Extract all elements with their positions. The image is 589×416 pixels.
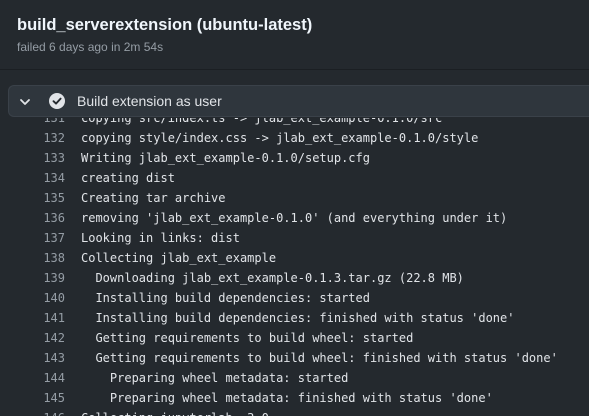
log-line: 144 Preparing wheel metadata: started [0, 368, 589, 388]
log-line: 143 Getting requirements to build wheel:… [0, 348, 589, 368]
log-line: 135 Creating tar archive [0, 188, 589, 208]
log-line-text: Getting requirements to build wheel: sta… [81, 331, 414, 345]
step-title: Build extension as user [77, 93, 222, 109]
log-line: 137 Looking in links: dist [0, 228, 589, 248]
log-line: 136 removing 'jlab_ext_example-0.1.0' (an… [0, 208, 589, 228]
log-line: 132 copying style/index.css -> jlab_ext_e… [0, 128, 589, 148]
log-line: 141 Installing build dependencies: finis… [0, 308, 589, 328]
check-circle-icon [49, 93, 65, 109]
log-line-number[interactable]: 136 [0, 208, 65, 228]
log-line-text: Looking in links: dist [81, 231, 240, 245]
step-header-build-extension[interactable]: Build extension as user [8, 85, 589, 117]
log-line: 133 Writing jlab_ext_example-0.1.0/setup.… [0, 148, 589, 168]
log-line-number[interactable]: 132 [0, 128, 65, 148]
log-line: 145 Preparing wheel metadata: finished w… [0, 388, 589, 408]
chevron-down-icon[interactable] [19, 95, 31, 107]
job-log-panel: build_serverextension (ubuntu-latest) fa… [0, 0, 589, 416]
log-line-text: Collecting jlab_ext_example [81, 251, 277, 265]
log-line: 134 creating dist [0, 168, 589, 188]
log-line-number[interactable]: 145 [0, 388, 65, 408]
job-status-meta: failed 6 days ago in 2m 54s [17, 40, 164, 54]
log-line-number[interactable]: 143 [0, 348, 65, 368]
log-line: 142 Getting requirements to build wheel:… [0, 328, 589, 348]
job-header: build_serverextension (ubuntu-latest) fa… [17, 13, 589, 55]
log-lines: 131 copying src/index.ts -> jlab_ext_exam… [0, 118, 589, 416]
log-line: 140 Installing build dependencies: start… [0, 288, 589, 308]
log-line-number[interactable]: 141 [0, 308, 65, 328]
log-line-text: copying style/index.css -> jlab_ext_exam… [81, 131, 479, 145]
log-line: 138 Collecting jlab_ext_example [0, 248, 589, 268]
log-line-number[interactable]: 131 [0, 118, 65, 128]
log-line: 131 copying src/index.ts -> jlab_ext_exam… [0, 118, 589, 128]
log-line-text: Installing build dependencies: started [81, 291, 370, 305]
log-line-number[interactable]: 134 [0, 168, 65, 188]
log-line-number[interactable]: 137 [0, 228, 65, 248]
log-line-number[interactable]: 146 [0, 408, 65, 416]
log-line-text: creating dist [81, 171, 175, 185]
log-line-text: Installing build dependencies: finished … [81, 311, 515, 325]
log-line-number[interactable]: 139 [0, 268, 65, 288]
log-line-text: Getting requirements to build wheel: fin… [81, 351, 558, 365]
log-line-number[interactable]: 140 [0, 288, 65, 308]
log-line-number[interactable]: 138 [0, 248, 65, 268]
header-divider [0, 69, 589, 70]
log-line-text: Downloading jlab_ext_example-0.1.3.tar.g… [81, 271, 464, 285]
log-line: 146Collecting jupyterlab~=3.0 [0, 408, 589, 416]
log-line-number[interactable]: 133 [0, 148, 65, 168]
log-line-number[interactable]: 135 [0, 188, 65, 208]
log-line-text: Writing jlab_ext_example-0.1.0/setup.cfg [81, 151, 370, 165]
log-line-text: Collecting jupyterlab~=3.0 [65, 408, 269, 416]
log-line-text: copying src/index.ts -> jlab_ext_example… [81, 118, 443, 125]
log-line-number[interactable]: 142 [0, 328, 65, 348]
log-line-text: Creating tar archive [81, 191, 226, 205]
job-title: build_serverextension (ubuntu-latest) [17, 16, 313, 34]
log-line: 139 Downloading jlab_ext_example-0.1.3.t… [0, 268, 589, 288]
log-line-text: Preparing wheel metadata: started [81, 371, 349, 385]
log-line-text: removing 'jlab_ext_example-0.1.0' (and e… [81, 211, 508, 225]
log-output[interactable]: 131 copying src/index.ts -> jlab_ext_exam… [0, 118, 589, 416]
log-line-text: Preparing wheel metadata: finished with … [81, 391, 493, 405]
log-line-number[interactable]: 144 [0, 368, 65, 388]
